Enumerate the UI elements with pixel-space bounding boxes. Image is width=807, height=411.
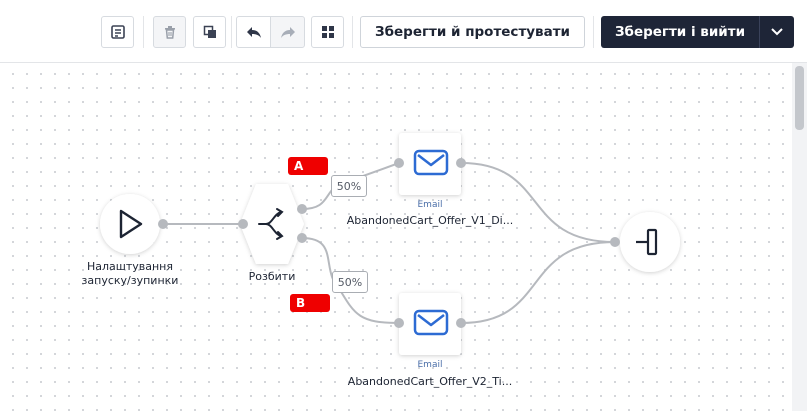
connector-email-a-exit xyxy=(460,162,616,243)
exit-input-port[interactable] xyxy=(610,237,620,247)
start-node[interactable] xyxy=(100,194,160,254)
split-output-port-a[interactable] xyxy=(297,204,307,214)
split-output-port-b[interactable] xyxy=(297,233,307,243)
email-b-output-port[interactable] xyxy=(456,318,466,328)
email-b-type-label: Email xyxy=(417,360,443,370)
split-node-label: Розбити xyxy=(248,270,296,283)
split-input-port[interactable] xyxy=(238,219,248,229)
flow-diagram xyxy=(100,133,680,355)
split-node[interactable] xyxy=(240,184,304,264)
email-b-name-label: AbandonedCart_Offer_V2_Ti... xyxy=(347,375,513,388)
branch-a-tag: A xyxy=(288,157,328,175)
email-a-name-label: AbandonedCart_Offer_V1_Di... xyxy=(346,214,514,227)
connector-email-b-exit xyxy=(460,241,616,324)
email-node-a[interactable] xyxy=(399,133,461,195)
start-node-label: Налаштування запуску/зупинки xyxy=(70,260,190,288)
email-a-input-port[interactable] xyxy=(394,158,404,168)
email-a-type-label: Email xyxy=(417,200,443,210)
exit-node[interactable] xyxy=(620,212,680,272)
scrollbar-thumb[interactable] xyxy=(795,66,804,130)
start-label-line1: Налаштування xyxy=(87,260,173,273)
email-a-output-port[interactable] xyxy=(456,158,466,168)
branch-b-tag: B xyxy=(290,294,330,312)
email-b-input-port[interactable] xyxy=(394,318,404,328)
branch-b-percentage[interactable]: 50% xyxy=(332,271,368,293)
branch-a-percentage[interactable]: 50% xyxy=(331,175,367,197)
start-label-line2: запуску/зупинки xyxy=(81,274,179,287)
start-output-port[interactable] xyxy=(158,219,168,229)
email-node-b[interactable] xyxy=(399,293,461,355)
